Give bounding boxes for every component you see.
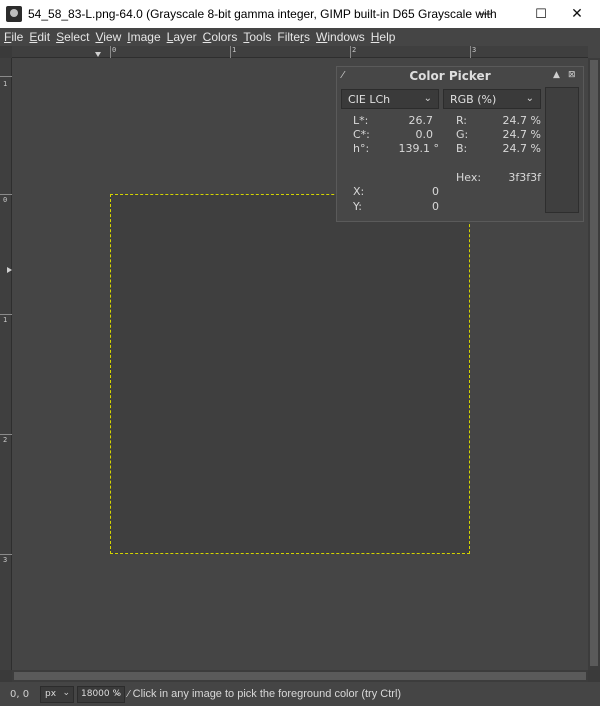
lightness-value: 26.7 <box>408 114 434 127</box>
hex-value: 3f3f3f <box>508 171 541 184</box>
menu-windows[interactable]: Windows <box>316 30 365 44</box>
color-picker-header: ⁄ Color Picker ▲ ⊠ <box>337 67 583 85</box>
y-coord-label: Y: <box>353 200 362 213</box>
green-value: 24.7 % <box>502 128 541 141</box>
menu-colors[interactable]: Colors <box>203 30 238 44</box>
color-picker-title: Color Picker <box>409 69 491 83</box>
image-layer-boundary[interactable] <box>110 194 470 554</box>
menu-help[interactable]: Help <box>371 30 396 44</box>
ruler-tick <box>0 76 12 77</box>
hue-value: 139.1 ° <box>398 142 440 155</box>
close-button[interactable]: ✕ <box>554 0 600 28</box>
unit-select[interactable]: px ⌄ <box>40 686 74 703</box>
left-color-mode-select[interactable]: CIE LCh ⌄ <box>341 89 439 109</box>
menu-select[interactable]: Select <box>56 30 89 44</box>
ruler-tick <box>0 434 12 435</box>
vertical-scrollbar[interactable] <box>588 58 600 670</box>
ruler-tick <box>0 194 12 195</box>
vertical-ruler[interactable]: 1 0 1 2 3 <box>0 58 12 670</box>
pointer-coordinates: 0, 0 <box>10 689 30 700</box>
ruler-label: 2 <box>352 46 357 54</box>
blue-value: 24.7 % <box>502 142 541 155</box>
gimp-app-icon <box>6 6 22 22</box>
right-color-mode-select[interactable]: RGB (%) ⌄ <box>443 89 541 109</box>
ruler-pointer-marker <box>95 52 101 57</box>
ruler-tick <box>470 46 471 58</box>
left-mode-value: CIE LCh <box>348 92 391 106</box>
menu-tools[interactable]: Tools <box>243 30 271 44</box>
ruler-tick <box>0 314 12 315</box>
menu-file[interactable]: File <box>4 30 23 44</box>
x-coord-value: 0 <box>432 185 439 198</box>
ruler-pointer-marker <box>7 267 12 273</box>
chevron-down-icon: ⌄ <box>113 688 121 698</box>
chevron-down-icon: ⌄ <box>62 688 70 698</box>
chevron-down-icon: ⌄ <box>525 93 534 104</box>
ruler-tick <box>0 554 12 555</box>
menu-bar: File Edit Select View Image Layer Colors… <box>0 28 600 46</box>
vertical-scroll-thumb[interactable] <box>590 60 598 666</box>
chroma-label: C*: <box>353 128 370 141</box>
red-value: 24.7 % <box>502 114 541 127</box>
navigate-corner-button[interactable] <box>588 670 600 682</box>
status-message-text: Click in any image to pick the foregroun… <box>132 688 402 700</box>
hex-label: Hex: <box>456 171 482 184</box>
quick-mask-toggle[interactable] <box>0 670 12 682</box>
blue-label: B: <box>456 142 468 155</box>
status-message: ⁄ Click in any image to pick the foregrou… <box>128 688 401 700</box>
chevron-down-icon: ⌄ <box>423 93 432 104</box>
ruler-label: 0 <box>112 46 117 54</box>
horizontal-scrollbar[interactable] <box>12 670 588 682</box>
window-title: 54_58_83-L.png-64.0 (Grayscale 8-bit gam… <box>28 7 498 21</box>
menu-view[interactable]: View <box>95 30 121 44</box>
zoom-select[interactable]: 18000 % ⌄ <box>77 686 125 703</box>
close-dialog-icon[interactable]: ⊠ <box>568 70 576 80</box>
ruler-label: 1 <box>3 80 8 88</box>
lightness-label: L*: <box>353 114 369 127</box>
ruler-label: 3 <box>3 556 8 564</box>
ruler-label: 0 <box>3 196 8 204</box>
menu-filters[interactable]: Filters <box>277 30 310 44</box>
chroma-value: 0.0 <box>415 128 434 141</box>
menu-layer[interactable]: Layer <box>167 30 197 44</box>
unit-value: px <box>45 689 57 699</box>
status-bar: 0, 0 px ⌄ 18000 % ⌄ ⁄ Click in any image … <box>0 683 600 706</box>
horizontal-scroll-thumb[interactable] <box>14 672 586 680</box>
x-coord-label: X: <box>353 185 365 198</box>
ruler-corner[interactable] <box>0 46 12 58</box>
menu-edit[interactable]: Edit <box>29 30 50 44</box>
ruler-label: 2 <box>3 436 8 444</box>
y-coord-value: 0 <box>432 200 439 213</box>
picked-color-swatch <box>545 87 579 213</box>
menu-image[interactable]: Image <box>127 30 160 44</box>
ruler-label: 1 <box>232 46 237 54</box>
ruler-label: 1 <box>3 316 8 324</box>
hue-label: h°: <box>353 142 370 155</box>
pin-icon[interactable]: ▲ <box>553 70 560 80</box>
ruler-label: 3 <box>472 46 477 54</box>
ruler-tick <box>350 46 351 58</box>
color-picker-dialog: ⁄ Color Picker ▲ ⊠ CIE LCh ⌄ RGB (%) ⌄ L… <box>336 66 584 222</box>
color-picker-tool-icon: ⁄ <box>128 689 130 700</box>
right-mode-value: RGB (%) <box>450 92 497 106</box>
ruler-tick <box>230 46 231 58</box>
ruler-tick <box>110 46 111 58</box>
minimize-button[interactable]: — <box>462 0 508 28</box>
title-bar: 54_58_83-L.png-64.0 (Grayscale 8-bit gam… <box>0 0 600 28</box>
green-label: G: <box>456 128 469 141</box>
red-label: R: <box>456 114 468 127</box>
